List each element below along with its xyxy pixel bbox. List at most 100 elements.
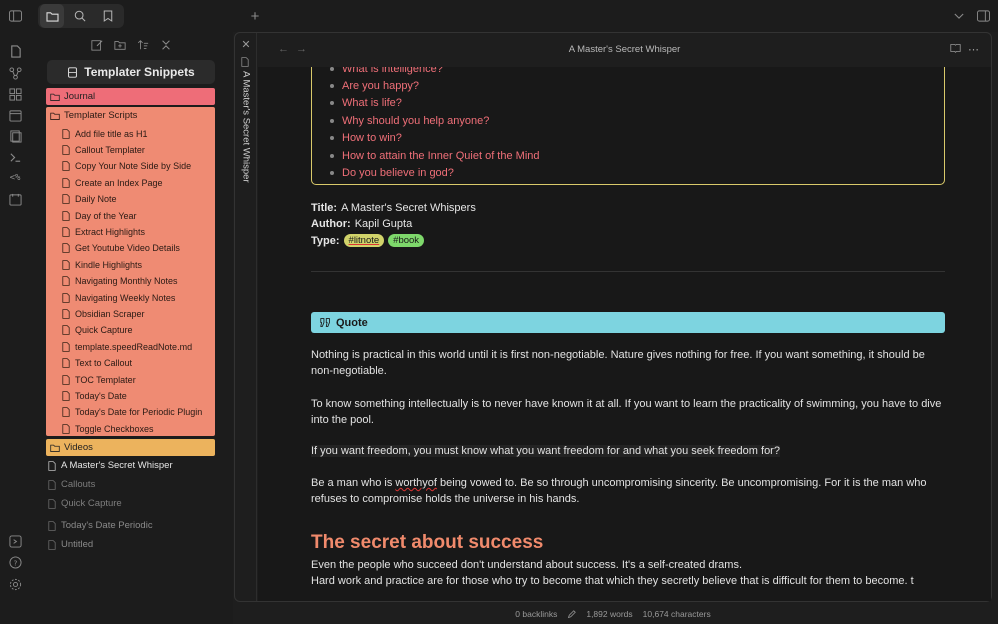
stacked-tab-label: A Master's Secret Whisper: [240, 71, 252, 183]
file-label: Today's Date Periodic: [61, 520, 153, 531]
script-file-label: Today's Date: [75, 390, 127, 401]
file-icon: [241, 54, 249, 72]
script-file-label: TOC Templater: [75, 374, 136, 385]
title-bar: +: [0, 0, 998, 32]
list-item: Are you happy?: [330, 77, 540, 94]
script-file-item[interactable]: Copy Your Note Side by Side: [62, 159, 191, 174]
open-vault-icon[interactable]: [6, 532, 24, 550]
bookmarks-tab[interactable]: [96, 4, 120, 28]
script-file-label: Navigating Weekly Notes: [75, 292, 176, 303]
folder-journal[interactable]: Journal: [46, 88, 215, 105]
quote-callout[interactable]: Quote: [311, 312, 945, 333]
script-file-item[interactable]: Callout Templater: [62, 142, 145, 157]
explorer-actions: [90, 38, 173, 54]
file-icon: [48, 520, 56, 531]
script-file-label: Get Youtube Video Details: [75, 243, 180, 254]
chevron-down-icon[interactable]: [948, 6, 970, 26]
reading-view-icon[interactable]: [950, 43, 961, 56]
help-icon[interactable]: ?: [6, 553, 24, 571]
tag-book[interactable]: #book: [388, 234, 425, 247]
file-icon: [62, 145, 70, 155]
tag-litnote[interactable]: #litnote: [343, 234, 385, 247]
script-file-item[interactable]: Text to Callout: [62, 356, 132, 371]
calendar-icon[interactable]: [6, 106, 24, 124]
file-icon: [48, 498, 56, 509]
file-icon: [62, 309, 70, 319]
search-icon: [74, 10, 86, 22]
script-file-label: Quick Capture: [75, 325, 133, 336]
meta-type-label: Type:: [311, 234, 340, 247]
script-file-item[interactable]: Obsidian Scraper: [62, 306, 145, 321]
file-quick-capture[interactable]: Quick Capture: [48, 498, 122, 509]
file-explorer-tab[interactable]: [40, 4, 64, 28]
search-tab[interactable]: [68, 4, 92, 28]
script-file-item[interactable]: Add file title as H1: [62, 126, 148, 141]
file-icon: [62, 128, 70, 139]
file-todays-date-periodic[interactable]: Today's Date Periodic: [48, 520, 153, 531]
file-label: Quick Capture: [61, 498, 122, 509]
collapse-all-icon[interactable]: [159, 38, 173, 52]
right-sidebar-toggle-icon[interactable]: [972, 6, 994, 26]
file-icon: [62, 177, 70, 188]
folder-videos[interactable]: Videos: [46, 439, 215, 456]
script-file-label: Daily Note: [75, 194, 117, 205]
script-file-item[interactable]: Kindle Highlights: [62, 257, 142, 272]
note-content[interactable]: What is intelligence? Are you happy? Wha…: [258, 67, 991, 601]
script-file-item[interactable]: Create an Index Page: [62, 175, 163, 190]
meta-title-label: Title:: [311, 202, 338, 214]
script-file-item[interactable]: template.speedReadNote.md: [62, 339, 192, 354]
file-callouts[interactable]: Callouts: [48, 479, 95, 490]
section-heading: The secret about success: [311, 532, 544, 553]
questions-list: What is intelligence? Are you happy? Wha…: [330, 67, 540, 182]
paragraph-3-text: If you want freedom, you must know what …: [311, 445, 780, 457]
horizontal-rule: [311, 271, 945, 272]
script-file-item[interactable]: Get Youtube Video Details: [62, 241, 180, 256]
new-note-icon[interactable]: [90, 38, 104, 52]
terminal-icon[interactable]: [6, 148, 24, 166]
graph-view-icon[interactable]: [6, 64, 24, 82]
script-file-label: Obsidian Scraper: [75, 308, 145, 319]
script-file-item[interactable]: Quick Capture: [62, 323, 133, 338]
templates-icon[interactable]: [6, 127, 24, 145]
new-tab-icon[interactable]: +: [244, 6, 266, 26]
daily-note-icon[interactable]: [6, 190, 24, 208]
script-file-label: Kindle Highlights: [75, 259, 143, 270]
questions-box: What is intelligence? Are you happy? Wha…: [311, 67, 945, 185]
file-icon: [62, 391, 70, 401]
folder-icon: [50, 444, 60, 452]
script-file-item[interactable]: Today's Date: [62, 388, 127, 403]
script-file-item[interactable]: Extract Highlights: [62, 224, 145, 239]
file-a-masters-secret-whisper[interactable]: A Master's Secret Whisper: [48, 460, 173, 471]
stacked-tab[interactable]: ✕ A Master's Secret Whisper: [235, 33, 257, 601]
settings-gear-icon[interactable]: [6, 575, 24, 593]
view-title[interactable]: A Master's Secret Whisper: [258, 44, 991, 55]
close-tab-icon[interactable]: ✕: [240, 38, 252, 51]
script-file-item[interactable]: Toggle Checkboxes: [62, 421, 154, 436]
script-file-item[interactable]: Navigating Monthly Notes: [62, 274, 178, 289]
script-file-item[interactable]: TOC Templater: [62, 372, 136, 387]
templater-icon[interactable]: <%: [6, 169, 24, 187]
script-file-item[interactable]: Daily Note: [62, 192, 117, 207]
file-untitled[interactable]: Untitled: [48, 539, 93, 550]
list-item: Why should you help anyone?: [330, 112, 540, 129]
edit-pencil-icon[interactable]: [567, 609, 577, 619]
script-file-label: Add file title as H1: [75, 128, 148, 139]
sidebar-toggle-icon[interactable]: [4, 6, 26, 26]
script-file-item[interactable]: Day of the Year: [62, 208, 137, 223]
new-folder-icon[interactable]: [113, 38, 127, 52]
sort-order-icon[interactable]: [136, 38, 150, 52]
script-file-item[interactable]: Navigating Weekly Notes: [62, 290, 175, 305]
backlinks-count[interactable]: 0 backlinks: [515, 609, 557, 619]
vault-switcher[interactable]: Templater Snippets: [47, 60, 215, 84]
folder-templater-scripts-header[interactable]: Templater Scripts: [50, 110, 137, 121]
file-icon: [62, 210, 70, 221]
folder-icon: [45, 11, 59, 22]
more-options-icon[interactable]: ⋯: [968, 43, 979, 56]
open-quick-switcher-icon[interactable]: [6, 42, 24, 60]
canvas-icon[interactable]: [6, 85, 24, 103]
misspelled-word[interactable]: worthyof: [395, 477, 437, 489]
file-icon: [62, 227, 70, 237]
list-item: Do you believe in god?: [330, 164, 540, 181]
file-icon: [62, 374, 70, 385]
script-file-item[interactable]: Today's Date for Periodic Plugin: [62, 405, 202, 420]
